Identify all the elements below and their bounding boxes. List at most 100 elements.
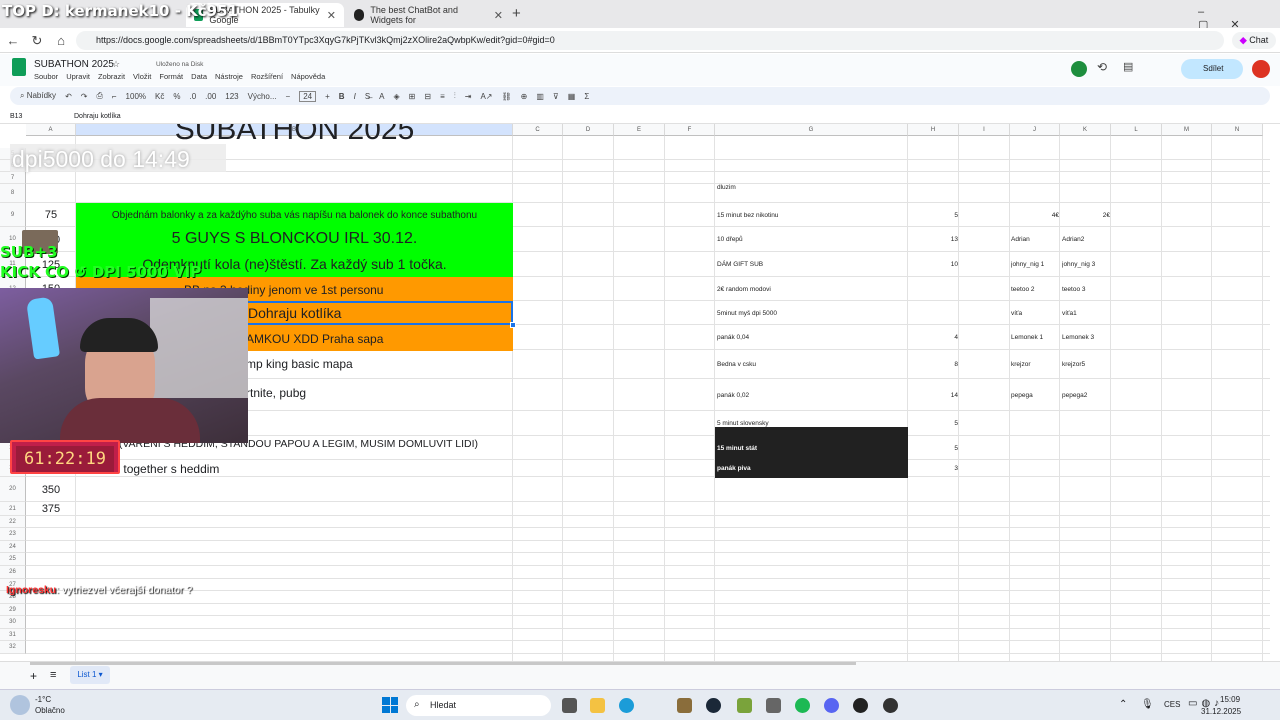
debt-col-j[interactable] [1011,436,1059,460]
spotify-icon[interactable] [795,698,810,713]
column-header[interactable]: E [614,124,665,136]
font-size-increase[interactable]: + [325,92,330,101]
debt-name[interactable]: DÁM GIFT SUB [717,252,907,277]
percent-button[interactable]: % [173,92,180,101]
row-header[interactable]: 26 [0,566,26,579]
debt-count[interactable] [910,277,958,301]
chat-button[interactable]: ◆ Chat [1232,32,1276,49]
menu-data[interactable]: Data [191,72,207,81]
app-icon[interactable] [677,698,692,713]
row-header[interactable]: 23 [0,528,26,541]
a-cell-value[interactable]: 350 [26,477,76,502]
debt-count[interactable]: 10 [910,252,958,277]
menu-edit[interactable]: Upravit [66,72,90,81]
debt-col-k[interactable]: teetoo 3 [1062,277,1110,301]
debt-count[interactable]: 5 [910,436,958,460]
debt-col-k[interactable]: johny_nig 3 [1062,252,1110,277]
link-icon[interactable]: ⛓ [501,92,511,101]
decrease-decimal-button[interactable]: .0 [189,92,196,101]
b-cell-fortnite[interactable]: rtnite, pubg [246,383,513,403]
bold-button[interactable]: B [339,92,345,101]
url-input[interactable]: https://docs.google.com/spreadsheets/d/1… [76,31,1224,50]
debt-name[interactable]: 5minut myš dpi 5000 [717,301,907,325]
comments-icon[interactable]: ▤ [1123,60,1133,73]
row-header[interactable]: 20 [0,477,26,502]
app-icon-2[interactable] [737,698,752,713]
g-header[interactable]: dluzim [717,181,907,193]
reload-icon[interactable]: ↻ [29,33,45,49]
rotate-icon[interactable]: A↗ [480,92,492,101]
debt-count[interactable] [910,301,958,325]
column-header[interactable]: G [715,124,908,136]
row-header[interactable]: 8 [0,184,26,203]
column-header[interactable]: C [513,124,563,136]
b-cell-chained[interactable]: chained together s heddim [78,460,378,478]
search-menus[interactable]: ⌕ Nabídky [20,91,56,101]
taskbar-search[interactable]: Hledat [406,695,551,716]
avatar[interactable] [1252,60,1270,78]
row-header[interactable]: 7 [0,172,26,184]
debt-name[interactable]: 2€ random modovi [717,277,907,301]
row-header[interactable]: 30 [0,616,26,629]
column-header[interactable]: K [1060,124,1111,136]
zoom-select[interactable]: 100% [126,92,146,101]
debt-name[interactable]: panák 0,02 [717,379,907,411]
column-header[interactable]: I [959,124,1010,136]
clock-date[interactable]: 31.12.2025 [1201,707,1241,716]
menu-extensions[interactable]: Rozšíření [251,72,283,81]
debt-name[interactable]: Bedna v csku [717,350,907,379]
tray-chevron-icon[interactable]: ⌃ [1119,699,1127,710]
row-header[interactable]: 9 [0,203,26,227]
tab-chatbot[interactable]: The best ChatBot and Widgets for ✕ [346,3,511,27]
new-tab-button[interactable]: + [512,5,521,22]
debt-col-k[interactable]: pepega2 [1062,379,1110,411]
debt-col-k[interactable]: 2€ [1062,203,1110,227]
row-header[interactable]: 32 [0,641,26,654]
debt-name[interactable]: panák 0,04 [717,325,907,350]
debt-col-j[interactable]: 4€ [1011,203,1059,227]
column-header[interactable]: A [26,124,76,136]
sheet-tab-list1[interactable]: List 1 ▾ [70,666,110,684]
start-icon[interactable] [382,697,398,713]
taskview-icon[interactable] [562,698,577,713]
discord-icon[interactable] [824,698,839,713]
column-header[interactable]: M [1162,124,1212,136]
debt-name[interactable]: 10 dřepů [717,227,907,252]
text-color-icon[interactable]: A [379,92,384,101]
debt-count[interactable]: 8 [910,350,958,379]
debt-col-k[interactable] [1062,460,1110,477]
debt-col-j[interactable]: víťa [1011,301,1059,325]
debt-name[interactable]: panák piva [717,460,907,477]
app-icon-4[interactable] [883,698,898,713]
debt-name[interactable]: 15 minut bez nikotinu [717,203,907,227]
home-icon[interactable]: ⌂ [53,33,69,48]
weather-icon[interactable] [10,695,30,715]
name-box[interactable]: B13 [10,113,22,120]
horizontal-scrollbar[interactable] [30,662,856,665]
a-cell-value[interactable]: 75 [26,203,76,227]
star-icon[interactable]: ☆ [112,59,120,70]
align-icon[interactable]: ≡ [440,92,445,101]
italic-button[interactable]: I [354,92,356,101]
print-icon[interactable]: ⎙ [96,91,102,101]
all-sheets-icon[interactable]: ≡ [50,669,56,681]
debt-count[interactable]: 3 [910,460,958,477]
mic-icon[interactable]: 🎙 [1141,699,1154,710]
row-header[interactable]: 25 [0,553,26,566]
menu-help[interactable]: Nápověda [291,72,325,81]
filter-views-icon[interactable]: ▦ [568,92,576,101]
menu-tools[interactable]: Nástroje [215,72,243,81]
menu-file[interactable]: Soubor [34,72,58,81]
debt-count[interactable]: 14 [910,379,958,411]
chart-icon[interactable]: ▥ [536,92,544,101]
debt-col-j[interactable]: Adrian [1011,227,1059,252]
app-icon-3[interactable] [766,698,781,713]
font-select[interactable]: Výcho... [248,92,277,101]
row-header[interactable]: 24 [0,541,26,553]
valign-icon[interactable]: ⫶ [454,91,456,101]
steam-icon[interactable] [706,698,721,713]
column-header[interactable]: J [1010,124,1060,136]
obs-icon[interactable] [853,698,868,713]
back-icon[interactable]: ← [5,33,21,48]
filter-icon[interactable]: ⊽ [553,92,559,101]
